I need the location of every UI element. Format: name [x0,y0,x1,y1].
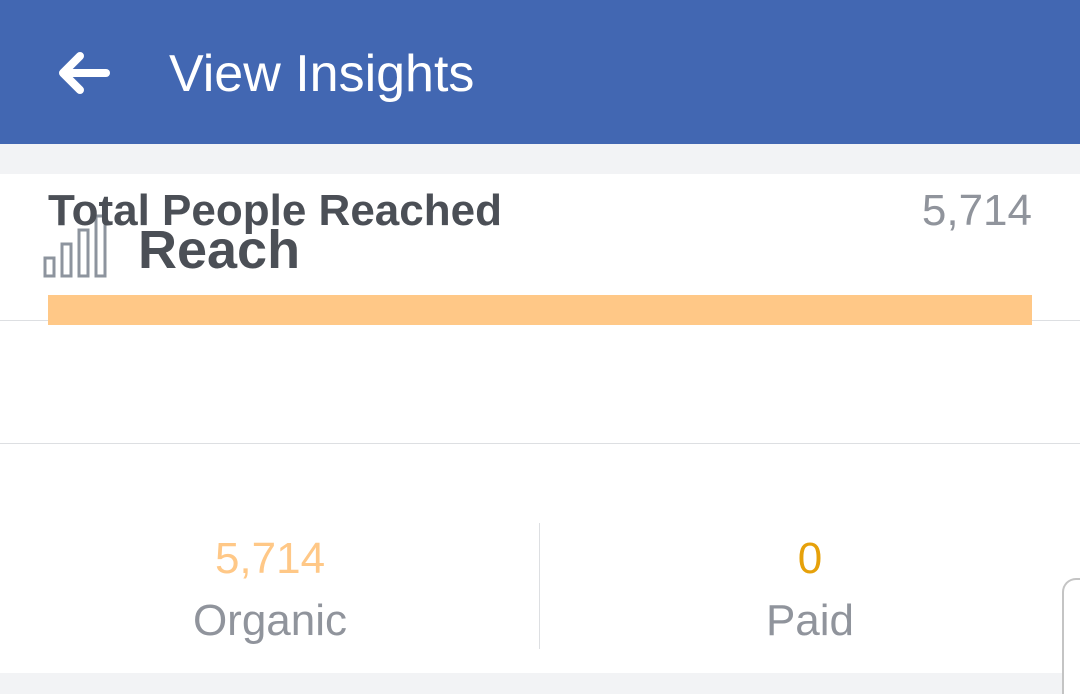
total-people-reached-label: Total People Reached [48,186,502,235]
organic-value: 5,714 [214,534,326,583]
app-screen: View Insights Reach Total People Reached… [0,0,1080,694]
organic-label: Organic [192,596,348,645]
scroll-handle[interactable] [1062,578,1080,694]
paid-value: 0 [797,534,823,583]
top-app-bar: View Insights [0,0,1080,144]
organic-bar-fill [48,295,1032,325]
paid-label: Paid [765,596,855,645]
reach-breakdown: 5,714 Organic 0 Paid [0,519,1080,649]
paid-column: 0 Paid [540,519,1080,649]
reach-progress-bar [48,295,1032,325]
page-title: View Insights [169,45,475,103]
back-arrow-icon [59,52,110,94]
total-people-reached-value: 5,714 [921,186,1032,235]
total-people-reached-row[interactable] [0,321,1080,444]
organic-column: 5,714 Organic [0,519,540,649]
back-button[interactable] [56,50,112,96]
